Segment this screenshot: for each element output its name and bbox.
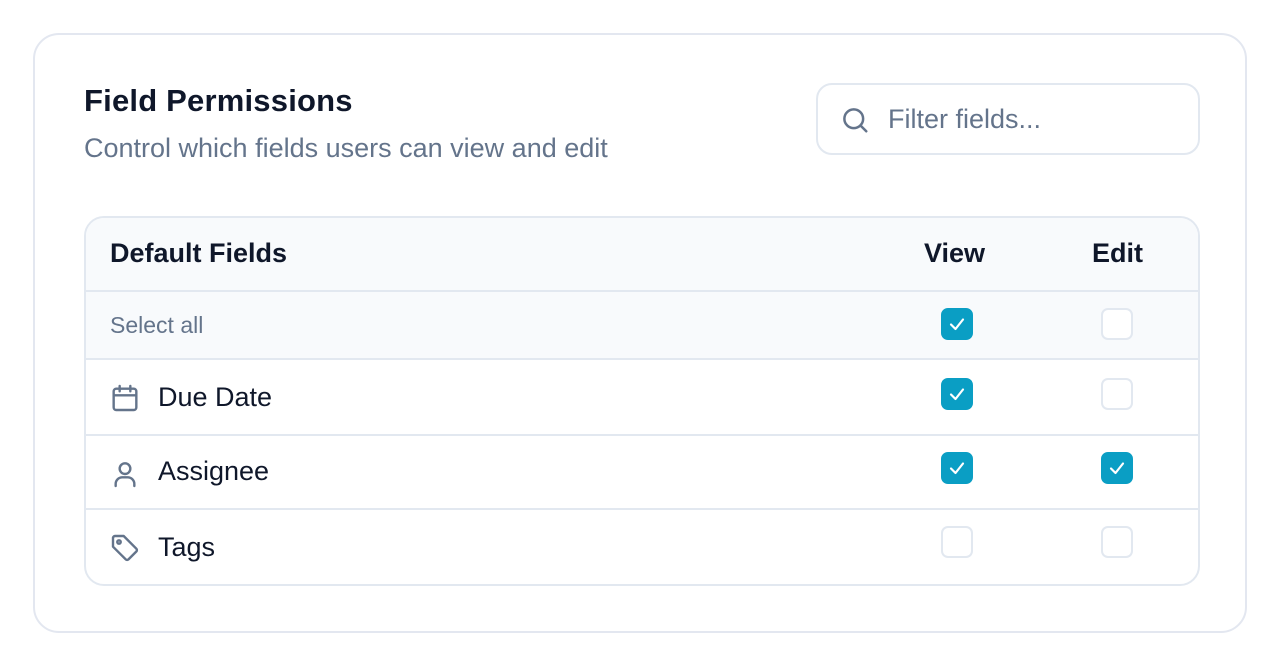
select-all-row: Select all (86, 292, 1198, 360)
check-icon (949, 388, 965, 401)
table-row: Assignee (86, 436, 1198, 510)
field-label-tags: Tags (158, 532, 216, 562)
check-icon (949, 462, 965, 475)
field-permissions-card: Field Permissions Control which fields u… (33, 33, 1247, 633)
table-row: Due Date (86, 360, 1198, 436)
field-label-assignee: Assignee (158, 456, 270, 486)
select-all-label: Select all (110, 312, 204, 338)
table-row: Tags (86, 510, 1198, 584)
filter-search-box[interactable] (816, 83, 1200, 155)
select-all-edit-checkbox[interactable] (1101, 308, 1133, 340)
check-icon (949, 318, 965, 331)
panel-title: Field Permissions (84, 83, 353, 118)
user-icon (114, 462, 136, 488)
table-header-row: Default Fields View Edit (86, 218, 1198, 292)
due-date-view-checkbox[interactable] (941, 378, 973, 410)
search-icon (843, 108, 868, 133)
calendar-icon (112, 384, 138, 412)
panel-subtitle: Control which fields users can view and … (84, 133, 608, 163)
tag-icon (111, 534, 139, 562)
column-header-fields: Default Fields (110, 238, 288, 268)
permissions-table: Default Fields View Edit Select all Due … (84, 216, 1200, 586)
assignee-edit-checkbox[interactable] (1101, 452, 1133, 484)
tags-view-checkbox[interactable] (941, 526, 973, 558)
filter-fields-input[interactable] (888, 85, 1188, 153)
column-header-view: View (924, 238, 986, 268)
field-label-due-date: Due Date (158, 382, 273, 412)
select-all-view-checkbox[interactable] (941, 308, 973, 340)
due-date-edit-checkbox[interactable] (1101, 378, 1133, 410)
tags-edit-checkbox[interactable] (1101, 526, 1133, 558)
assignee-view-checkbox[interactable] (941, 452, 973, 484)
check-icon (1109, 462, 1125, 475)
column-header-edit: Edit (1092, 238, 1143, 268)
